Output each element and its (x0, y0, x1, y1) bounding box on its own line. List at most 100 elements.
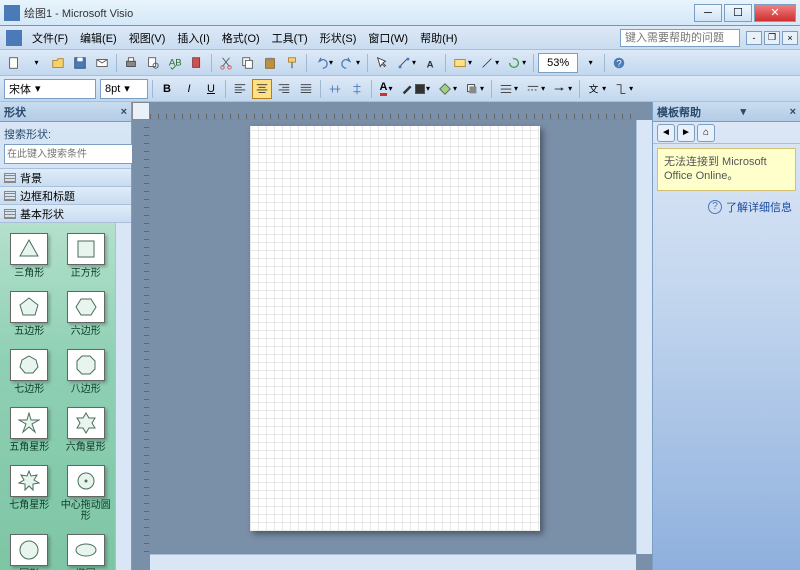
shape-master-star5[interactable]: 五角星形 (2, 403, 57, 457)
shape-master-star7[interactable]: 七角星形 (2, 461, 57, 526)
connector-style-button[interactable]: ▾ (611, 79, 636, 99)
task-pane-nav: ◄ ► ⌂ (653, 122, 800, 144)
open-button[interactable] (48, 53, 68, 73)
align-center-button[interactable] (252, 79, 272, 99)
rectangle-tool-button[interactable]: ▾ (450, 53, 475, 73)
line-color-button[interactable]: ▾ (398, 79, 433, 99)
shape-master-star6[interactable]: 六角星形 (59, 403, 114, 457)
shape-master-heptagon[interactable]: 七边形 (2, 345, 57, 399)
shadow-color-button[interactable]: ▾ (462, 79, 487, 99)
pointer-tool-button[interactable] (372, 53, 392, 73)
mdi-restore-button[interactable]: ❐ (764, 31, 780, 45)
menu-file[interactable]: 文件(F) (26, 27, 74, 49)
align-right-button[interactable] (274, 79, 294, 99)
shape-master-triangle[interactable]: 三角形 (2, 229, 57, 283)
task-pane-close-button[interactable]: × (790, 106, 796, 118)
shape-label: 三角形 (14, 268, 44, 279)
help-button[interactable]: ? (609, 53, 629, 73)
menu-view[interactable]: 视图(V) (123, 27, 172, 49)
zoom-input[interactable] (538, 53, 578, 73)
menu-help[interactable]: 帮助(H) (414, 27, 463, 49)
shape-label: 八边形 (71, 384, 101, 395)
shape-master-circle[interactable]: 圆形 (2, 530, 57, 570)
stencil-tab-background[interactable]: 背景 (0, 169, 131, 187)
task-pane-forward-button[interactable]: ► (677, 124, 695, 142)
underline-button[interactable]: U (201, 79, 221, 99)
distribute-v-button[interactable] (347, 79, 367, 99)
shapes-scrollbar[interactable] (115, 223, 131, 570)
stencil-tab-borders[interactable]: 边框和标题 (0, 187, 131, 205)
font-color-button[interactable]: A▾ (376, 79, 396, 99)
menu-format[interactable]: 格式(O) (216, 27, 266, 49)
undo-button[interactable]: ▾ (311, 53, 336, 73)
save-button[interactable] (70, 53, 90, 73)
maximize-button[interactable]: ☐ (724, 4, 752, 22)
menu-window[interactable]: 窗口(W) (362, 27, 414, 49)
help-search-input[interactable] (620, 29, 740, 47)
mdi-close-button[interactable]: × (782, 31, 798, 45)
align-left-button[interactable] (230, 79, 250, 99)
line-weight-button[interactable]: ▾ (496, 79, 521, 99)
task-pane-home-button[interactable]: ⌂ (697, 124, 715, 142)
line-pattern-button[interactable]: ▾ (523, 79, 548, 99)
text-tool-button[interactable]: A (421, 53, 441, 73)
paste-button[interactable] (260, 53, 280, 73)
font-name-combo[interactable]: 宋体 ▾ (4, 79, 96, 99)
shape-master-ellipse[interactable]: 椭圆 (59, 530, 114, 570)
spelling-button[interactable]: ABC (165, 53, 185, 73)
zoom-dropdown[interactable]: ▾ (580, 53, 600, 73)
vertical-ruler[interactable] (132, 120, 150, 554)
menu-shape[interactable]: 形状(S) (314, 27, 363, 49)
menu-edit[interactable]: 编辑(E) (74, 27, 123, 49)
shape-thumb (10, 534, 48, 566)
shape-master-square[interactable]: 正方形 (59, 229, 114, 283)
align-justify-button[interactable] (296, 79, 316, 99)
new-button[interactable] (4, 53, 24, 73)
redo-button[interactable]: ▾ (338, 53, 363, 73)
menu-insert[interactable]: 插入(I) (171, 27, 215, 49)
menu-tools[interactable]: 工具(T) (266, 27, 314, 49)
print-button[interactable] (121, 53, 141, 73)
canvas[interactable] (150, 120, 636, 554)
distribute-h-button[interactable] (325, 79, 345, 99)
line-tool-button[interactable]: ▾ (477, 53, 502, 73)
shape-thumb (67, 291, 105, 323)
ruler-corner[interactable] (132, 102, 150, 120)
shapes-panel-title: 形状 (4, 104, 26, 120)
shape-master-center-drag[interactable]: 中心拖动圆形 (59, 461, 114, 526)
shape-thumb (10, 465, 48, 497)
print-preview-button[interactable] (143, 53, 163, 73)
minimize-button[interactable]: ─ (694, 4, 722, 22)
copy-button[interactable] (238, 53, 258, 73)
cut-button[interactable] (216, 53, 236, 73)
canvas-vertical-scrollbar[interactable] (636, 120, 652, 554)
close-button[interactable]: ✕ (754, 4, 796, 22)
drawing-page[interactable] (250, 126, 540, 531)
task-pane-back-button[interactable]: ◄ (657, 124, 675, 142)
line-ends-button[interactable]: ▾ (550, 79, 575, 99)
connector-tool-button[interactable]: ▾ (394, 53, 419, 73)
text-direction-button[interactable]: 文▾ (584, 79, 609, 99)
mdi-minimize-button[interactable]: - (746, 31, 762, 45)
task-pane-details-link[interactable]: ? 了解详细信息 (653, 195, 800, 219)
bold-button[interactable]: B (157, 79, 177, 99)
shape-master-octagon[interactable]: 八边形 (59, 345, 114, 399)
format-painter-button[interactable] (282, 53, 302, 73)
research-button[interactable] (187, 53, 207, 73)
fill-color-button[interactable]: ▾ (435, 79, 460, 99)
search-shapes-input[interactable] (4, 144, 142, 164)
canvas-horizontal-scrollbar[interactable] (150, 554, 636, 570)
visio-icon[interactable] (6, 30, 22, 46)
shape-master-hexagon[interactable]: 六边形 (59, 287, 114, 341)
horizontal-ruler[interactable] (150, 102, 636, 120)
stencil-tab-basic[interactable]: 基本形状 (0, 205, 131, 223)
new-dropdown[interactable]: ▾ (26, 53, 46, 73)
title-bar: 绘图1 - Microsoft Visio ─ ☐ ✕ (0, 0, 800, 26)
font-size-combo[interactable]: 8pt ▾ (100, 79, 148, 99)
rotate-tool-button[interactable]: ▾ (504, 53, 529, 73)
shapes-panel-close-button[interactable]: × (121, 106, 127, 118)
shape-master-pentagon[interactable]: 五边形 (2, 287, 57, 341)
email-button[interactable] (92, 53, 112, 73)
italic-button[interactable]: I (179, 79, 199, 99)
task-pane-dropdown-button[interactable]: ▾ (741, 105, 747, 118)
